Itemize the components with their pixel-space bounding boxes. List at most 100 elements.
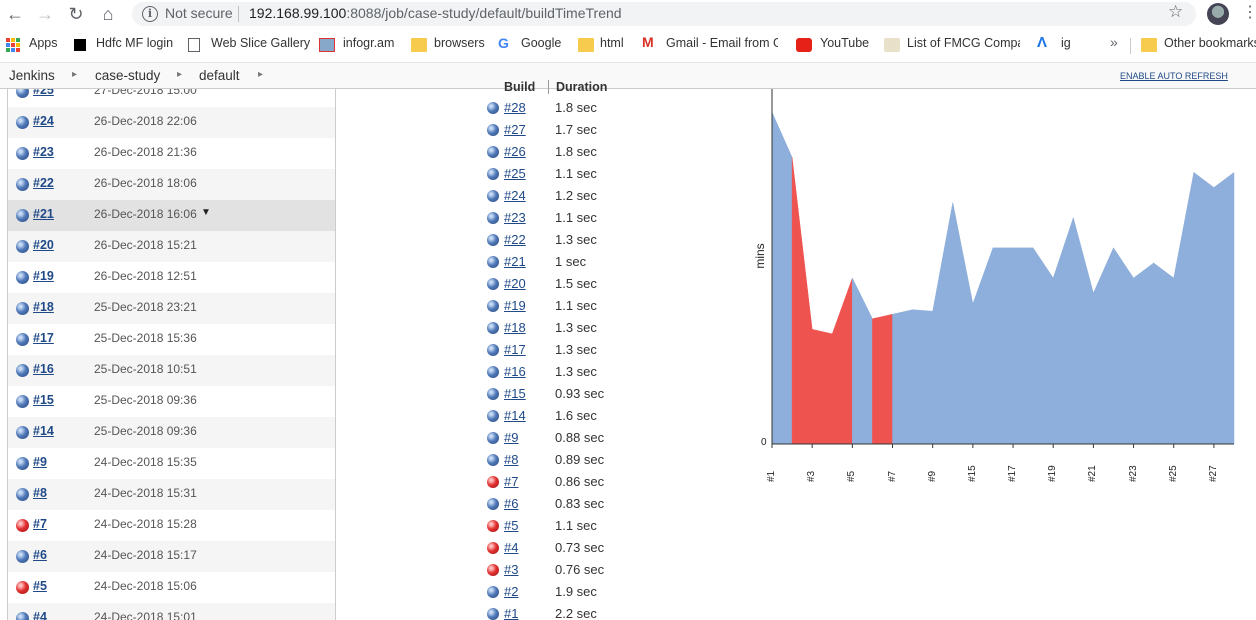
history-row[interactable]: #18 25-Dec-2018 23:21 [8, 293, 335, 324]
trend-build-link[interactable]: #3 [504, 562, 518, 577]
trend-build-link[interactable]: #5 [504, 518, 518, 533]
trend-build-link[interactable]: #20 [504, 276, 526, 291]
trend-build-link[interactable]: #6 [504, 496, 518, 511]
trend-build-link[interactable]: #4 [504, 540, 518, 555]
history-build-link[interactable]: #4 [33, 610, 47, 620]
forward-icon[interactable]: → [33, 2, 57, 26]
dropdown-caret-icon[interactable]: ▼ [201, 207, 211, 218]
history-build-date: 25-Dec-2018 15:36 [94, 331, 197, 345]
home-icon[interactable]: ⌂ [96, 2, 120, 26]
history-row[interactable]: #17 25-Dec-2018 15:36 [8, 324, 335, 355]
history-build-date: 27-Dec-2018 15:00 [94, 89, 197, 97]
history-build-link[interactable]: #23 [33, 145, 54, 159]
trend-build-link[interactable]: #26 [504, 144, 526, 159]
history-build-link[interactable]: #17 [33, 331, 54, 345]
history-build-link[interactable]: #25 [33, 89, 54, 97]
history-build-link[interactable]: #15 [33, 393, 54, 407]
history-row[interactable]: #5 24-Dec-2018 15:06 [8, 572, 335, 603]
trend-duration: 1.5 sec [555, 276, 597, 291]
trend-build-link[interactable]: #28 [504, 100, 526, 115]
history-build-link[interactable]: #18 [33, 300, 54, 314]
history-build-link[interactable]: #16 [33, 362, 54, 376]
trend-build-link[interactable]: #27 [504, 122, 526, 137]
duration-column-header[interactable]: Duration [556, 80, 607, 94]
bookmark-ig[interactable]: ig [1061, 36, 1071, 50]
breadcrumb-default[interactable]: default [199, 68, 240, 83]
history-build-link[interactable]: #6 [33, 548, 47, 562]
trend-build-link[interactable]: #14 [504, 408, 526, 423]
history-row[interactable]: #24 26-Dec-2018 22:06 [8, 107, 335, 138]
trend-build-link[interactable]: #15 [504, 386, 526, 401]
bookmark-fmcg[interactable]: List of FMCG Compa [907, 36, 1020, 50]
breadcrumb-arrow-icon[interactable]: ▸ [72, 69, 77, 80]
bookmark-infogram[interactable]: infogr.am [343, 36, 394, 50]
trend-build-link[interactable]: #24 [504, 188, 526, 203]
history-build-link[interactable]: #22 [33, 176, 54, 190]
history-build-link[interactable]: #20 [33, 238, 54, 252]
trend-row: #24 1.2 sec [480, 186, 680, 208]
bookmark-browsers[interactable]: browsers [434, 36, 485, 50]
trend-build-link[interactable]: #8 [504, 452, 518, 467]
bookmark-youtube[interactable]: YouTube [820, 36, 869, 50]
enable-auto-refresh-link[interactable]: ENABLE AUTO REFRESH [1120, 71, 1228, 81]
history-row[interactable]: #15 25-Dec-2018 09:36 [8, 386, 335, 417]
bookmark-star-icon[interactable]: ☆ [1168, 2, 1183, 22]
avatar[interactable] [1207, 3, 1229, 25]
history-row[interactable]: #21 26-Dec-2018 16:06 ▼ [8, 200, 335, 231]
trend-build-link[interactable]: #17 [504, 342, 526, 357]
breadcrumb-case-study[interactable]: case-study [95, 68, 160, 83]
trend-build-link[interactable]: #19 [504, 298, 526, 313]
trend-build-link[interactable]: #9 [504, 430, 518, 445]
history-row[interactable]: #9 24-Dec-2018 15:35 [8, 448, 335, 479]
bookmark-html[interactable]: html [600, 36, 624, 50]
bookmark-web-slice[interactable]: Web Slice Gallery [211, 36, 310, 50]
history-row[interactable]: #16 25-Dec-2018 10:51 [8, 355, 335, 386]
bookmark-apps[interactable]: Apps [29, 36, 58, 50]
trend-build-link[interactable]: #1 [504, 606, 518, 620]
breadcrumb-jenkins[interactable]: Jenkins [9, 68, 55, 83]
breadcrumb-arrow-icon[interactable]: ▸ [258, 69, 263, 80]
history-row[interactable]: #22 26-Dec-2018 18:06 [8, 169, 335, 200]
breadcrumb-arrow-icon[interactable]: ▸ [177, 69, 182, 80]
build-column-header[interactable]: Build [504, 80, 535, 94]
back-icon[interactable]: ← [3, 2, 27, 26]
trend-build-link[interactable]: #2 [504, 584, 518, 599]
history-row[interactable]: #7 24-Dec-2018 15:28 [8, 510, 335, 541]
blue-status-ball-icon [16, 89, 29, 98]
history-row[interactable]: #14 25-Dec-2018 09:36 [8, 417, 335, 448]
trend-build-link[interactable]: #18 [504, 320, 526, 335]
history-build-link[interactable]: #9 [33, 455, 47, 469]
history-build-link[interactable]: #5 [33, 579, 47, 593]
history-row[interactable]: #25 27-Dec-2018 15:00 [8, 89, 335, 107]
menu-icon[interactable]: ⋮ [1242, 2, 1256, 22]
history-row[interactable]: #19 26-Dec-2018 12:51 [8, 262, 335, 293]
history-build-link[interactable]: #7 [33, 517, 47, 531]
history-build-link[interactable]: #19 [33, 269, 54, 283]
bookmark-hdfc[interactable]: Hdfc MF login [96, 36, 173, 50]
trend-build-link[interactable]: #16 [504, 364, 526, 379]
history-row[interactable]: #20 26-Dec-2018 15:21 [8, 231, 335, 262]
area-segment-build-27 [1193, 171, 1215, 445]
area-segment-build-18 [1012, 247, 1034, 445]
bookmark-gmail[interactable]: Gmail - Email from G [666, 36, 778, 50]
history-row[interactable]: #4 24-Dec-2018 15:01 [8, 603, 335, 620]
history-row[interactable]: #6 24-Dec-2018 15:17 [8, 541, 335, 572]
bookmarks-overflow-icon[interactable]: » [1110, 34, 1118, 50]
trend-build-link[interactable]: #21 [504, 254, 526, 269]
history-build-link[interactable]: #24 [33, 114, 54, 128]
reload-icon[interactable]: ↻ [64, 2, 88, 26]
bookmark-google[interactable]: Google [521, 36, 561, 50]
bookmark-other[interactable]: Other bookmarks [1164, 36, 1256, 50]
info-icon[interactable]: i [142, 6, 158, 22]
trend-build-link[interactable]: #23 [504, 210, 526, 225]
trend-build-link[interactable]: #7 [504, 474, 518, 489]
blue-status-ball-icon [487, 498, 499, 510]
address-bar[interactable]: i Not secure 192.168.99.100:8088/job/cas… [132, 2, 1196, 26]
history-row[interactable]: #23 26-Dec-2018 21:36 [8, 138, 335, 169]
history-build-link[interactable]: #14 [33, 424, 54, 438]
history-row[interactable]: #8 24-Dec-2018 15:31 [8, 479, 335, 510]
trend-build-link[interactable]: #22 [504, 232, 526, 247]
trend-build-link[interactable]: #25 [504, 166, 526, 181]
history-build-link[interactable]: #8 [33, 486, 47, 500]
history-build-link[interactable]: #21 [33, 207, 54, 221]
